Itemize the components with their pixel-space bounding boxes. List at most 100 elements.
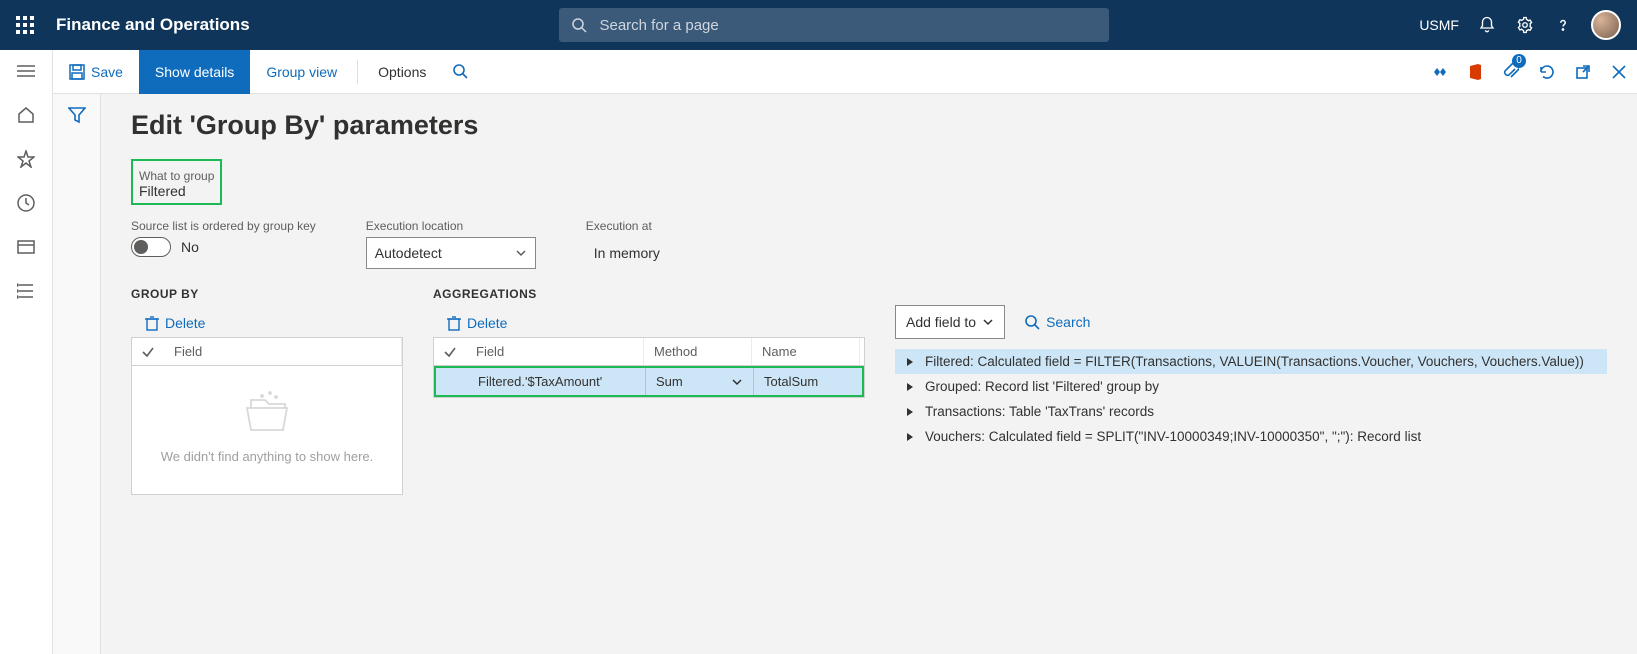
tree-list: Filtered: Calculated field = FILTER(Tran… bbox=[895, 349, 1607, 449]
action-bar: Save Show details Group view Options 0 bbox=[53, 50, 1637, 94]
global-search[interactable] bbox=[559, 8, 1109, 42]
office-button[interactable] bbox=[1457, 50, 1493, 94]
page-search-button[interactable] bbox=[442, 50, 478, 94]
tree-panel: Add field to Search Filtered: C bbox=[895, 305, 1607, 495]
tree-item[interactable]: Transactions: Table 'TaxTrans' records bbox=[895, 399, 1607, 424]
exec-at-field: Execution at In memory bbox=[586, 219, 756, 269]
save-button[interactable]: Save bbox=[53, 50, 139, 94]
aggregations-heading: AGGREGATIONS bbox=[433, 287, 865, 301]
agg-row-check[interactable] bbox=[436, 368, 468, 395]
close-icon bbox=[1612, 65, 1626, 79]
agg-select-all[interactable] bbox=[434, 338, 466, 365]
modules-icon[interactable] bbox=[15, 280, 37, 302]
expand-icon[interactable] bbox=[905, 432, 915, 442]
left-rail bbox=[0, 50, 53, 654]
tree-search-button[interactable]: Search bbox=[1025, 314, 1090, 330]
groupby-col-field[interactable]: Field bbox=[164, 338, 402, 365]
groupby-select-all[interactable] bbox=[132, 338, 164, 365]
refresh-button[interactable] bbox=[1529, 50, 1565, 94]
show-details-button[interactable]: Show details bbox=[139, 50, 250, 94]
filter-icon[interactable] bbox=[68, 106, 86, 654]
filter-rail bbox=[53, 94, 101, 654]
diamond-icon bbox=[1430, 66, 1448, 78]
chevron-down-icon bbox=[731, 376, 743, 388]
trash-icon bbox=[447, 315, 461, 331]
bell-icon[interactable] bbox=[1477, 15, 1497, 35]
exec-location-field: Execution location Autodetect bbox=[366, 219, 536, 269]
divider bbox=[357, 60, 358, 84]
options-button[interactable]: Options bbox=[362, 50, 442, 94]
tree-item[interactable]: Filtered: Calculated field = FILTER(Tran… bbox=[895, 349, 1607, 374]
save-icon bbox=[69, 64, 85, 80]
groupby-empty: We didn't find anything to show here. bbox=[132, 366, 402, 494]
what-to-group-field: What to group Filtered bbox=[131, 159, 222, 205]
attachments-badge: 0 bbox=[1512, 54, 1526, 68]
page-title: Edit 'Group By' parameters bbox=[131, 110, 1607, 141]
groupby-delete-button[interactable]: Delete bbox=[131, 309, 403, 337]
avatar[interactable] bbox=[1591, 10, 1621, 40]
tree-item-label: Transactions: Table 'TaxTrans' records bbox=[925, 404, 1154, 419]
what-to-group-value[interactable]: Filtered bbox=[139, 183, 214, 199]
groupby-table: Field We didn't find anything to show he… bbox=[131, 337, 403, 495]
expand-icon[interactable] bbox=[905, 407, 915, 417]
group-view-button[interactable]: Group view bbox=[250, 50, 353, 94]
legal-entity[interactable]: USMF bbox=[1419, 17, 1459, 33]
expand-icon[interactable] bbox=[905, 382, 915, 392]
attachments-button[interactable]: 0 bbox=[1493, 50, 1529, 94]
exec-location-value: Autodetect bbox=[375, 245, 442, 261]
star-icon[interactable] bbox=[15, 148, 37, 170]
gear-icon[interactable] bbox=[1515, 15, 1535, 35]
agg-delete-button[interactable]: Delete bbox=[433, 309, 865, 337]
hamburger-icon[interactable] bbox=[15, 60, 37, 82]
popout-icon bbox=[1575, 64, 1591, 80]
tree-item[interactable]: Vouchers: Calculated field = SPLIT("INV-… bbox=[895, 424, 1607, 449]
agg-col-name[interactable]: Name bbox=[752, 338, 860, 365]
ordered-value: No bbox=[181, 239, 199, 255]
tree-item-label: Filtered: Calculated field = FILTER(Tran… bbox=[925, 354, 1584, 369]
agg-table: Field Method Name Filtered.'$TaxAmount' … bbox=[433, 337, 865, 398]
search-icon bbox=[453, 64, 468, 79]
exec-at-value: In memory bbox=[586, 237, 756, 269]
agg-row-field[interactable]: Filtered.'$TaxAmount' bbox=[468, 368, 646, 395]
agg-row[interactable]: Filtered.'$TaxAmount' Sum TotalSum bbox=[434, 366, 864, 397]
exec-location-label: Execution location bbox=[366, 219, 536, 233]
refresh-icon bbox=[1539, 64, 1555, 80]
office-icon bbox=[1467, 63, 1483, 81]
popout-button[interactable] bbox=[1565, 50, 1601, 94]
exec-location-select[interactable]: Autodetect bbox=[366, 237, 536, 269]
ordered-label: Source list is ordered by group key bbox=[131, 219, 316, 233]
close-button[interactable] bbox=[1601, 50, 1637, 94]
agg-col-method[interactable]: Method bbox=[644, 338, 752, 365]
chevron-down-icon bbox=[515, 247, 527, 259]
groupby-heading: GROUP BY bbox=[131, 287, 403, 301]
save-label: Save bbox=[91, 64, 123, 80]
global-search-input[interactable] bbox=[597, 16, 1097, 35]
workspace-icon[interactable] bbox=[15, 236, 37, 258]
clock-icon[interactable] bbox=[15, 192, 37, 214]
brand-title: Finance and Operations bbox=[50, 15, 250, 35]
ordered-field: Source list is ordered by group key No bbox=[131, 219, 316, 269]
expand-icon[interactable] bbox=[905, 357, 915, 367]
trash-icon bbox=[145, 315, 159, 331]
app-launcher[interactable] bbox=[0, 16, 50, 34]
agg-col-field[interactable]: Field bbox=[466, 338, 644, 365]
waffle-icon bbox=[16, 16, 34, 34]
chevron-down-icon bbox=[982, 316, 994, 328]
ordered-toggle[interactable] bbox=[131, 237, 171, 257]
aggregations-section: AGGREGATIONS Delete Field Method Name bbox=[433, 287, 865, 495]
groupby-section: GROUP BY Delete Field bbox=[131, 287, 403, 495]
top-nav: Finance and Operations USMF bbox=[0, 0, 1637, 50]
search-icon bbox=[571, 17, 587, 33]
what-to-group-label: What to group bbox=[139, 169, 214, 183]
tree-item[interactable]: Grouped: Record list 'Filtered' group by bbox=[895, 374, 1607, 399]
folder-icon bbox=[242, 390, 292, 434]
exec-at-label: Execution at bbox=[586, 219, 756, 233]
home-icon[interactable] bbox=[15, 104, 37, 126]
tree-item-label: Vouchers: Calculated field = SPLIT("INV-… bbox=[925, 429, 1421, 444]
add-field-to-button[interactable]: Add field to bbox=[895, 305, 1005, 339]
tree-item-label: Grouped: Record list 'Filtered' group by bbox=[925, 379, 1159, 394]
agg-row-name[interactable]: TotalSum bbox=[754, 368, 862, 395]
help-icon[interactable] bbox=[1553, 15, 1573, 35]
connector-button[interactable] bbox=[1421, 50, 1457, 94]
agg-row-method[interactable]: Sum bbox=[646, 368, 754, 395]
